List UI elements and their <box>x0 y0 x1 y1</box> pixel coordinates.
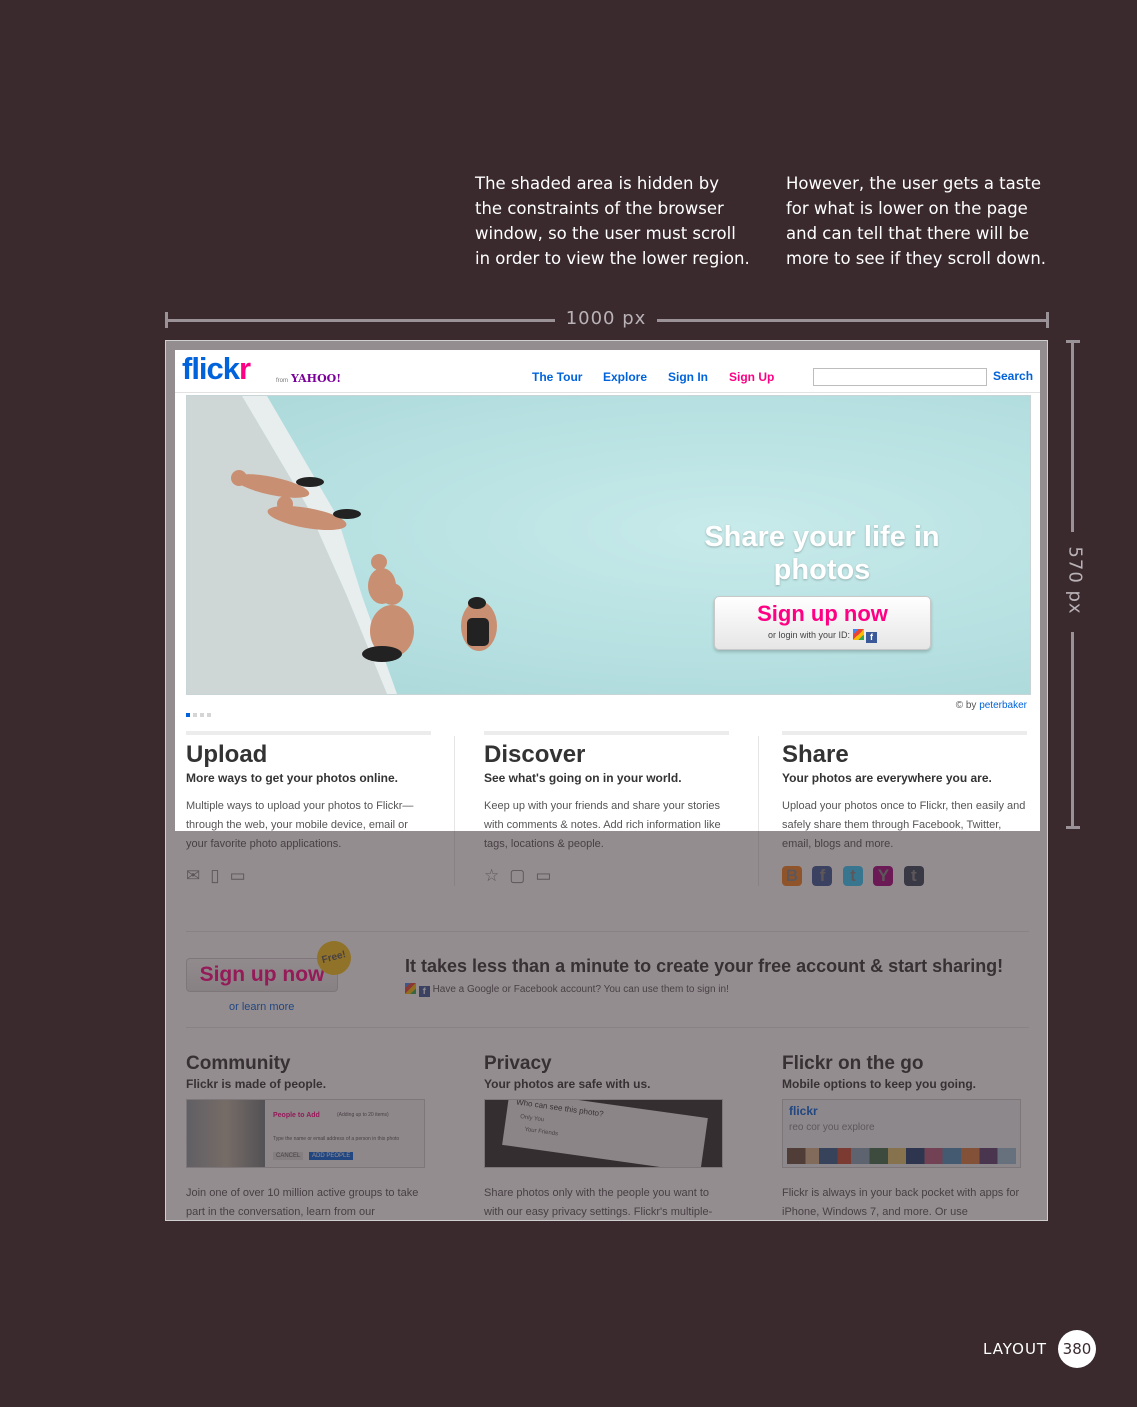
google-icon[interactable] <box>405 983 416 994</box>
height-dim-line-bottom <box>1071 632 1074 828</box>
hero-signup-sub: or login with your ID: <box>767 630 850 640</box>
column-tagline: Your photos are everywhere you are. <box>782 771 992 785</box>
thumb-text: reo cor you explore <box>789 1122 875 1133</box>
nav-sign-up[interactable]: Sign Up <box>729 370 774 384</box>
column-desc: Share photos only with the people you wa… <box>484 1187 713 1218</box>
column-community: Community Flickr is made of people. Peop… <box>186 1053 431 1220</box>
page-number: 380 <box>1058 1330 1096 1368</box>
column-discover: Discover See what's going on in your wor… <box>484 731 729 890</box>
column-desc: Multiple ways to upload your photos to F… <box>186 800 414 850</box>
privacy-screenshot: Who can see this photo? Only You Your Fr… <box>484 1099 723 1168</box>
photo-credit: © by peterbaker <box>956 700 1027 711</box>
facebook-icon[interactable]: f <box>418 986 430 997</box>
column-title: Upload <box>186 741 268 768</box>
thumb-text: Your Friends <box>524 1126 559 1138</box>
nav-sign-in[interactable]: Sign In <box>668 370 708 384</box>
thumb-text: Type the name or email address of a pers… <box>273 1136 400 1142</box>
star-icon: ☆ <box>484 866 500 885</box>
strip-signup-button[interactable]: Sign up now <box>186 958 338 992</box>
note-icon: ▢ <box>509 866 526 885</box>
column-title: Flickr on the go <box>782 1053 924 1074</box>
column-tagline: Mobile options to keep you going. <box>782 1077 976 1091</box>
strip-subtext-row: f Have a Google or Facebook account? You… <box>405 983 729 997</box>
column-divider <box>758 736 759 886</box>
header-divider <box>175 392 1040 393</box>
column-desc: Upload your photos once to Flickr, then … <box>782 800 1026 850</box>
width-label: 1000 px <box>565 308 647 329</box>
nav-explore[interactable]: Explore <box>603 370 647 384</box>
height-label: 570 px <box>1064 546 1086 615</box>
column-desc: Flickr is always in your back pocket wit… <box>782 1187 1020 1218</box>
community-screenshot: People to Add (Adding up to 20 items) Ty… <box>186 1099 425 1168</box>
nav-the-tour[interactable]: The Tour <box>532 370 582 384</box>
flickr-logo[interactable]: flickr <box>182 351 251 387</box>
logo-text: flick <box>182 351 240 386</box>
column-share: Share Your photos are everywhere you are… <box>782 731 1027 890</box>
width-dim-right-tick <box>1046 312 1049 328</box>
google-icon[interactable] <box>852 629 864 640</box>
yahoo-share-icon[interactable]: Y <box>873 866 894 886</box>
column-desc: Keep up with your friends and share your… <box>484 800 721 850</box>
hero-signup-button[interactable]: Sign up now or login with your ID: f <box>714 596 931 650</box>
column-title: Privacy <box>484 1053 552 1074</box>
tumblr-icon[interactable]: t <box>903 866 924 886</box>
desktop-icon: ▭ <box>229 866 246 885</box>
hero-signup-label: Sign up now <box>757 601 888 626</box>
mobile-icon: ▯ <box>210 866 220 885</box>
twitter-icon[interactable]: t <box>842 866 863 886</box>
width-dim-line-right <box>657 319 1048 322</box>
height-dim-bottom-tick <box>1066 826 1080 829</box>
column-on-the-go: Flickr on the go Mobile options to keep … <box>782 1053 1027 1220</box>
column-tagline: Your photos are safe with us. <box>484 1077 651 1091</box>
column-upload: Upload More ways to get your photos onli… <box>186 731 431 890</box>
logo-accent: r <box>239 351 251 386</box>
hero-banner: Share your life in photos Sign up now or… <box>186 395 1031 695</box>
yahoo-logo: from YAHOO! <box>276 372 341 385</box>
flickr-homepage-mock: flickr from YAHOO! The Tour Explore Sign … <box>165 340 1048 1221</box>
credit-prefix: © by <box>955 700 977 711</box>
search-input[interactable] <box>813 368 987 386</box>
column-desc: Join one of over 10 million active group… <box>186 1187 419 1218</box>
thumb-text: flickr <box>789 1104 818 1118</box>
thumb-text: (Adding up to 20 items) <box>337 1112 389 1118</box>
email-icon: ✉ <box>186 866 201 885</box>
mobile-screenshot: flickr reo cor you explore <box>782 1099 1021 1168</box>
column-tagline: More ways to get your photos online. <box>186 771 399 785</box>
facebook-share-icon[interactable]: f <box>812 866 833 886</box>
comment-icon: ▭ <box>535 866 552 885</box>
column-privacy: Privacy Your photos are safe with us. Wh… <box>484 1053 729 1220</box>
hero-title: Share your life in photos <box>704 521 940 586</box>
logo-by: from <box>276 378 288 384</box>
annotation-right: However, the user gets a taste for what … <box>786 174 1047 268</box>
column-tagline: Flickr is made of people. <box>186 1077 327 1091</box>
strip-subtext: Have a Google or Facebook account? You c… <box>432 984 729 995</box>
strip-headline: It takes less than a minute to create yo… <box>405 956 1004 976</box>
column-title: Community <box>186 1053 291 1074</box>
search-button[interactable]: Search <box>993 369 1033 383</box>
column-title: Share <box>782 741 849 768</box>
height-dim-line-top <box>1071 340 1074 532</box>
thumb-button: CANCEL <box>273 1152 304 1160</box>
section-label: LAYOUT <box>983 1340 1048 1358</box>
width-dim-line-left <box>165 319 555 322</box>
column-title: Discover <box>484 741 586 768</box>
facebook-icon[interactable]: f <box>866 632 878 643</box>
signup-strip: Sign up now Free! or learn more It takes… <box>186 931 1029 1028</box>
carousel-dots[interactable] <box>186 704 214 722</box>
column-tagline: See what's going on in your world. <box>484 771 682 785</box>
thumb-text: People to Add <box>273 1112 320 1119</box>
blogger-icon[interactable]: B <box>782 866 802 886</box>
annotation-left: The shaded area is hidden by the constra… <box>475 174 750 268</box>
thumb-text: Only You <box>519 1114 545 1124</box>
learn-more-link[interactable]: or learn more <box>229 1001 294 1013</box>
thumb-button: ADD PEOPLE <box>309 1152 354 1160</box>
column-divider <box>454 736 455 886</box>
credit-name[interactable]: peterbaker <box>979 700 1027 711</box>
yahoo-text: YAHOO! <box>291 372 342 385</box>
